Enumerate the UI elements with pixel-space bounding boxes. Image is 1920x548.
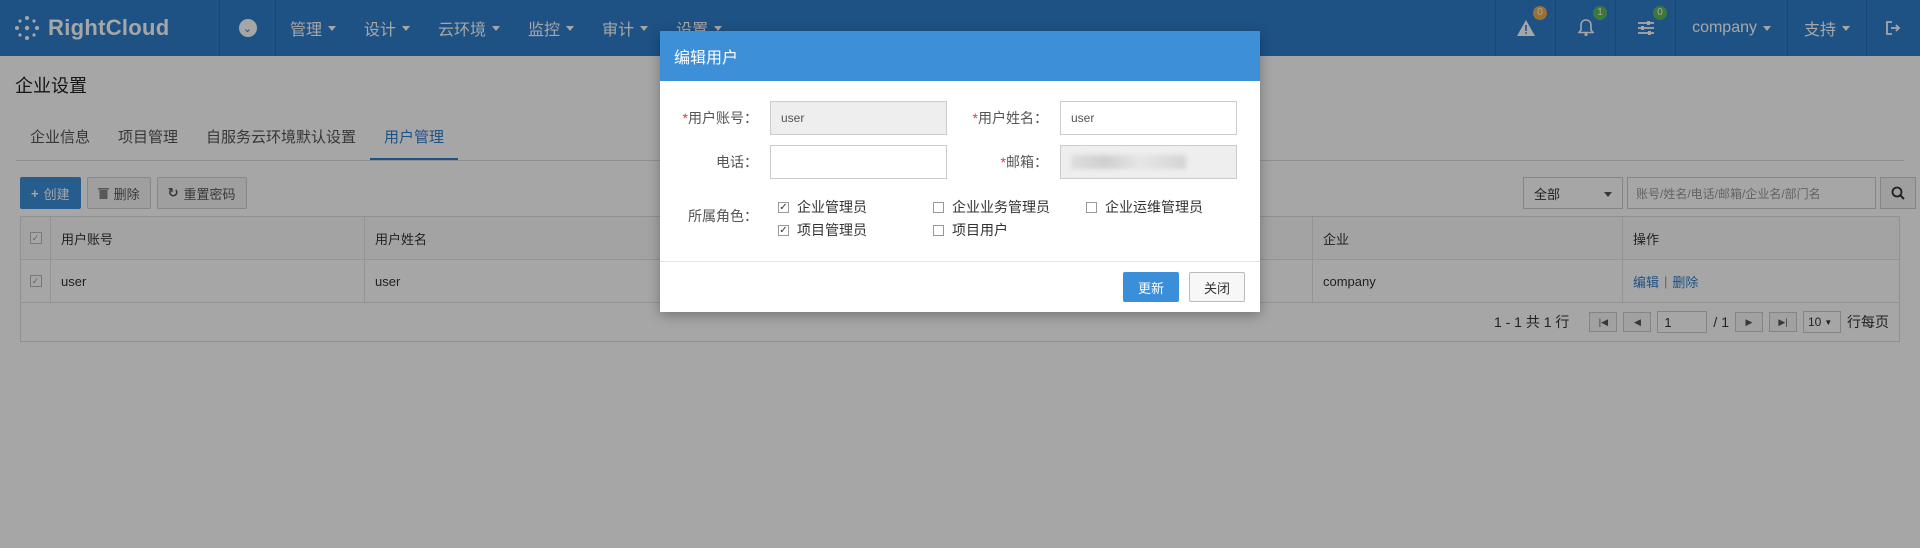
role-label: 企业运维管理员: [1105, 199, 1203, 215]
email-row: *邮箱：: [950, 145, 1237, 179]
phone-row: 电话：: [660, 145, 947, 179]
phone-field[interactable]: [770, 145, 947, 179]
role-checkbox[interactable]: ✓: [778, 201, 789, 213]
name-label-text: 用户姓名：: [978, 110, 1048, 126]
role-checkbox[interactable]: ✓: [778, 224, 789, 236]
dialog-title: 编辑用户: [660, 31, 1260, 81]
account-row: *用户账号： user: [660, 101, 947, 135]
name-row: *用户姓名： user: [950, 101, 1237, 135]
role-project-admin[interactable]: ✓ 项目管理员: [778, 220, 867, 240]
role-checkbox[interactable]: [1086, 201, 1097, 213]
email-label-text: 邮箱：: [1006, 154, 1048, 170]
role-label: 企业业务管理员: [952, 199, 1050, 215]
role-label: 企业管理员: [797, 199, 867, 215]
role-company-admin[interactable]: ✓ 企业管理员: [778, 197, 867, 217]
name-label: *用户姓名：: [950, 108, 1060, 128]
email-field: [1060, 145, 1237, 179]
name-field[interactable]: user: [1060, 101, 1237, 135]
close-button[interactable]: 关闭: [1189, 272, 1245, 302]
edit-user-dialog: 编辑用户 *用户账号： user *用户姓名： user 电话： *邮箱： 所属…: [660, 31, 1260, 312]
email-label: *邮箱：: [950, 152, 1060, 172]
role-checkbox[interactable]: [933, 201, 944, 213]
role-label: 项目用户: [952, 222, 1008, 238]
redacted-email: [1071, 155, 1186, 169]
role-company-business-admin[interactable]: 企业业务管理员: [933, 197, 1050, 217]
account-label: *用户账号：: [660, 108, 770, 128]
role-company-ops-admin[interactable]: 企业运维管理员: [1086, 197, 1203, 217]
roles-label: 所属角色：: [688, 208, 758, 224]
phone-label: 电话：: [716, 154, 758, 170]
account-field: user: [770, 101, 947, 135]
dialog-footer-divider: [660, 261, 1260, 262]
update-button[interactable]: 更新: [1123, 272, 1179, 302]
account-label-text: 用户账号：: [688, 110, 758, 126]
role-project-user[interactable]: 项目用户: [933, 220, 1008, 240]
role-label: 项目管理员: [797, 222, 867, 238]
role-checkbox[interactable]: [933, 224, 944, 236]
